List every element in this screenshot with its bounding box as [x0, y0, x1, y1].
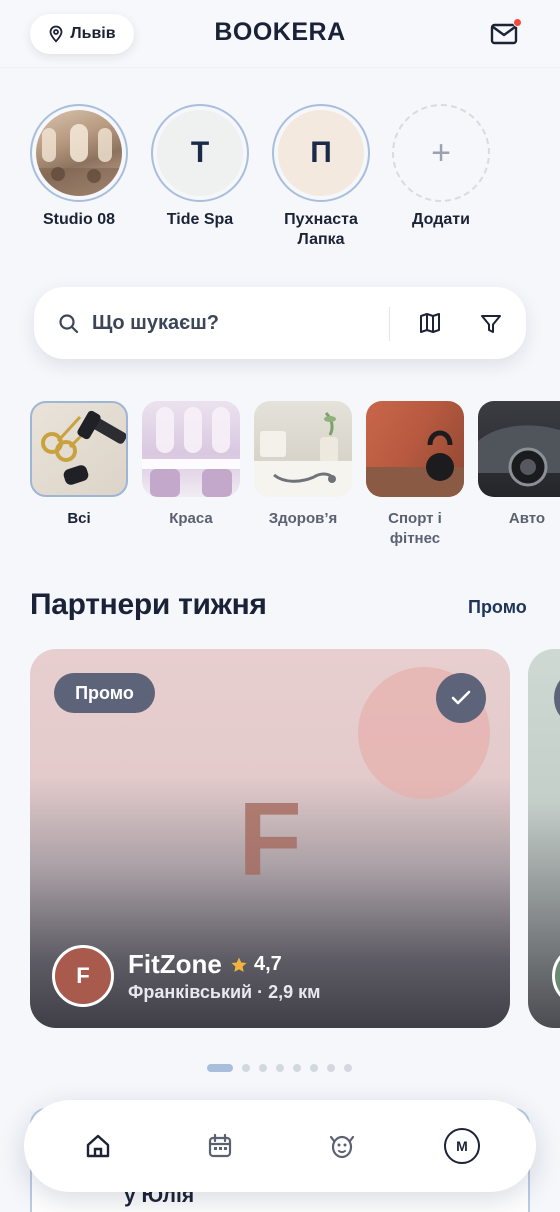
category-beauty[interactable]: Краса: [142, 401, 240, 529]
pager-dot[interactable]: [207, 1064, 233, 1072]
pager-dot[interactable]: [293, 1064, 301, 1072]
pager-dot[interactable]: [344, 1064, 352, 1072]
partner-name: FitZone: [128, 949, 222, 979]
promo-badge: Промо: [54, 673, 155, 713]
partner-rating: 4,7: [230, 953, 282, 976]
search-icon: [59, 314, 79, 334]
category-image: [366, 401, 464, 497]
category-sport[interactable]: Спорт і фітнес: [366, 401, 464, 549]
category-label: Краса: [169, 510, 213, 527]
pager-dot[interactable]: [242, 1064, 250, 1072]
profile-avatar: M: [444, 1128, 480, 1164]
favorite-item[interactable]: П Пухнаста Лапка: [272, 104, 370, 250]
promo-link[interactable]: Промо: [468, 597, 527, 618]
rating-value: 4,7: [254, 953, 282, 975]
map-icon[interactable]: [418, 311, 442, 335]
pager-dot[interactable]: [327, 1064, 335, 1072]
favorite-label: Tide Spa: [166, 211, 234, 228]
plus-icon: +: [431, 133, 451, 172]
nav-profile[interactable]: M: [444, 1128, 480, 1164]
category-auto[interactable]: Авто: [478, 401, 560, 529]
favorite-item[interactable]: Т Tide Spa: [151, 104, 249, 230]
pager-dot[interactable]: [310, 1064, 318, 1072]
partner-avatar: [552, 945, 560, 1007]
section-title: Партнери тижня: [30, 588, 267, 621]
partner-avatar: F: [52, 945, 114, 1007]
calendar-icon: [208, 1133, 232, 1158]
favorite-label: Пухнаста Лапка: [284, 211, 358, 248]
app-header: Львів BOOKERA: [0, 0, 560, 68]
partner-card[interactable]: F Промо F FitZone 4,7 Франківський · 2,9…: [30, 649, 510, 1028]
favorite-label: Studio 08: [42, 211, 115, 228]
category-health[interactable]: Здоров’я: [254, 401, 352, 529]
favorite-initial: П: [278, 110, 364, 196]
search-bar: [34, 287, 526, 359]
bottom-nav: M: [24, 1100, 536, 1192]
category-label: Здоров’я: [268, 510, 338, 527]
favorite-label: Додати: [412, 211, 470, 228]
filter-icon[interactable]: [480, 313, 502, 335]
check-icon: [451, 690, 471, 705]
category-image: [30, 401, 128, 497]
category-label: Всі: [67, 510, 91, 527]
pager-dot[interactable]: [276, 1064, 284, 1072]
app-logo: BOOKERA: [214, 18, 346, 46]
category-label: Спорт і фітнес: [388, 510, 442, 547]
search-divider: [389, 307, 390, 341]
nav-pets[interactable]: [324, 1128, 360, 1164]
category-label: Авто: [508, 510, 546, 527]
star-icon: [231, 957, 247, 972]
category-image: [142, 401, 240, 497]
pet-icon: [329, 1135, 355, 1159]
favorite-initial: Т: [157, 110, 243, 196]
category-image: [254, 401, 352, 497]
mail-button[interactable]: [490, 18, 522, 48]
notification-dot: [513, 18, 522, 27]
favorite-photo: [36, 110, 122, 196]
pager-dot[interactable]: [259, 1064, 267, 1072]
home-icon: [86, 1134, 110, 1158]
favorite-check-button[interactable]: [436, 673, 486, 723]
carousel-pager: [207, 1064, 352, 1072]
partner-location: Франківський · 2,9 км: [128, 982, 321, 1002]
nav-home[interactable]: [80, 1128, 116, 1164]
category-image: [478, 401, 560, 497]
favorite-check-button: [554, 673, 560, 723]
salon-image: [36, 124, 122, 196]
nav-calendar[interactable]: [202, 1128, 238, 1164]
search-input[interactable]: [92, 303, 392, 343]
category-all[interactable]: Всі: [30, 401, 128, 529]
card-cover-letter: F: [238, 782, 302, 898]
favorite-item[interactable]: Studio 08: [30, 104, 128, 230]
partner-card-next[interactable]: [528, 649, 560, 1028]
add-favorite-button[interactable]: + Додати: [392, 104, 490, 230]
